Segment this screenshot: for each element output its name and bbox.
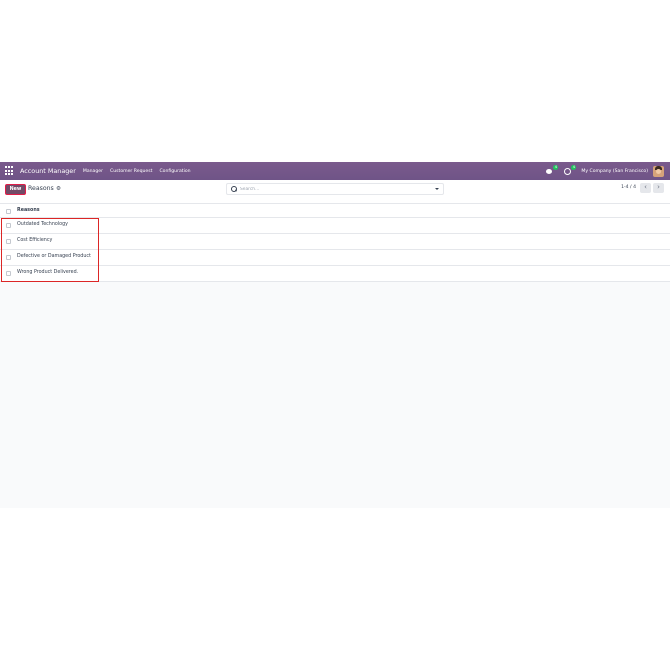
pager-previous-button[interactable]: ‹ xyxy=(640,183,651,193)
table-row[interactable]: Wrong Product Delivered. xyxy=(0,266,670,282)
messages-icon[interactable]: 4 xyxy=(545,165,559,176)
app-window: Account Manager Manager Customer Request… xyxy=(0,162,670,508)
search-bar[interactable] xyxy=(226,183,444,195)
top-navbar: Account Manager Manager Customer Request… xyxy=(0,162,670,180)
page-title[interactable]: Reasons xyxy=(28,185,54,192)
menu-item-manager[interactable]: Manager xyxy=(83,169,103,174)
table-row[interactable]: Defective or Damaged Product xyxy=(0,250,670,266)
pager-value[interactable]: 1-4 / 4 xyxy=(621,185,636,190)
row-checkbox[interactable] xyxy=(6,239,11,244)
main-menu: Manager Customer Request Configuration xyxy=(83,169,198,174)
new-button[interactable]: New xyxy=(5,184,26,195)
table-row[interactable]: Cost Efficiency xyxy=(0,234,670,250)
search-input[interactable] xyxy=(240,185,420,193)
messages-badge: 4 xyxy=(553,165,559,170)
activity-badge: 4 xyxy=(571,165,577,170)
table-header: Reasons xyxy=(0,203,670,218)
list-view: Reasons Outdated Technology Cost Efficie… xyxy=(0,203,670,282)
control-panel: New Reasons ⚙ 1-4 / 4 ‹ › xyxy=(0,180,670,203)
menu-item-configuration[interactable]: Configuration xyxy=(159,169,190,174)
table-row[interactable]: Outdated Technology xyxy=(0,218,670,234)
row-checkbox[interactable] xyxy=(6,271,11,276)
company-switcher[interactable]: My Company (San Francisco) xyxy=(581,169,648,174)
reason-cell[interactable]: Wrong Product Delivered. xyxy=(17,270,78,275)
menu-item-customer-request[interactable]: Customer Request xyxy=(110,169,152,174)
reason-cell[interactable]: Cost Efficiency xyxy=(17,238,52,243)
reason-cell[interactable]: Defective or Damaged Product xyxy=(17,254,91,259)
gear-icon[interactable]: ⚙ xyxy=(56,186,61,192)
select-all-checkbox[interactable] xyxy=(6,209,11,214)
app-title[interactable]: Account Manager xyxy=(20,167,76,175)
pager-next-button[interactable]: › xyxy=(653,183,664,193)
apps-grid-icon[interactable] xyxy=(5,166,15,176)
row-checkbox[interactable] xyxy=(6,223,11,228)
navbar-systray: 4 4 My Company (San Francisco) xyxy=(545,162,664,180)
search-options-toggle-icon[interactable] xyxy=(435,188,439,190)
search-icon xyxy=(231,186,237,192)
column-header-reasons[interactable]: Reasons xyxy=(17,208,40,213)
reason-cell[interactable]: Outdated Technology xyxy=(17,222,68,227)
activity-clock-icon[interactable]: 4 xyxy=(563,165,577,176)
user-avatar[interactable] xyxy=(653,165,664,177)
row-checkbox[interactable] xyxy=(6,255,11,260)
